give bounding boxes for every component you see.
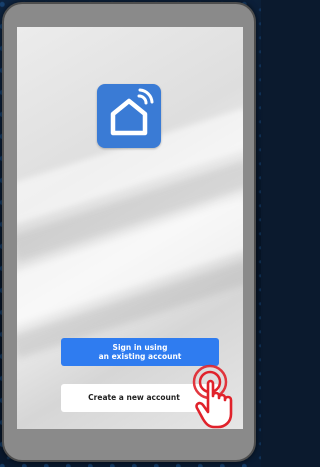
create-account-label: Create a new account (88, 393, 180, 402)
tap-hand-icon (190, 360, 262, 432)
smart-home-icon (97, 84, 161, 148)
sign-in-label-line1: Sign in using (112, 343, 168, 352)
